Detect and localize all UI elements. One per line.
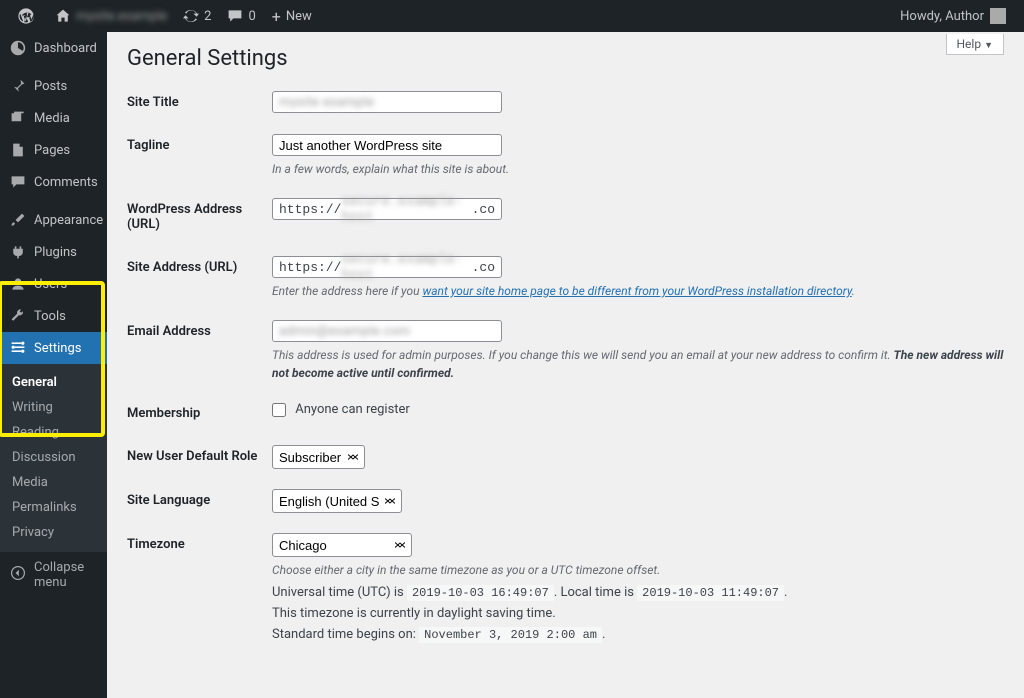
checkbox-anyone-register[interactable] <box>272 403 286 417</box>
code-utc-time: 2019-10-03 16:49:07 <box>407 585 554 601</box>
input-site-title[interactable]: mysite example <box>272 91 502 113</box>
home-icon <box>55 8 71 24</box>
text-dst: This timezone is currently in daylight s… <box>272 606 1004 621</box>
collapse-menu[interactable]: Collapse menu <box>0 551 107 598</box>
collapse-icon <box>10 565 26 585</box>
menu-comments[interactable]: Comments <box>0 166 107 198</box>
checkbox-label-anyone-register[interactable]: Anyone can register <box>272 402 410 417</box>
comment-icon <box>227 8 243 24</box>
submenu-media[interactable]: Media <box>0 470 107 495</box>
site-home[interactable]: mysite.example <box>47 0 175 32</box>
howdy-user: Author <box>945 9 984 24</box>
menu-users[interactable]: Users <box>0 268 107 300</box>
pin-icon <box>10 78 26 94</box>
menu-appearance[interactable]: Appearance <box>0 204 107 236</box>
submenu-reading[interactable]: Reading <box>0 420 107 445</box>
plus-icon: + <box>272 7 281 26</box>
content-area: Help ▼ General Settings Site Title mysit… <box>107 32 1024 698</box>
menu-plugins[interactable]: Plugins <box>0 236 107 268</box>
howdy-prefix: Howdy, <box>900 9 942 24</box>
new-label: New <box>286 9 312 24</box>
input-wp-url[interactable]: https://secure.example-host .co <box>272 198 502 220</box>
site-name: mysite.example <box>76 9 167 24</box>
page-title: General Settings <box>127 32 1004 81</box>
submenu-writing[interactable]: Writing <box>0 395 107 420</box>
text-utc-local: Universal time (UTC) is 2019-10-03 16:49… <box>272 585 1004 600</box>
admin-sidebar: Dashboard Posts Media Pages Comments App… <box>0 32 107 698</box>
code-local-time: 2019-10-03 11:49:07 <box>637 585 784 601</box>
menu-tools[interactable]: Tools <box>0 300 107 332</box>
input-site-url[interactable]: https://secure.example-host .co <box>272 256 502 278</box>
new-content[interactable]: + New <box>264 0 320 32</box>
submenu-general[interactable]: General <box>0 370 107 395</box>
avatar <box>990 8 1006 24</box>
updates[interactable]: 2 <box>175 0 219 32</box>
howdy-account[interactable]: Howdy, Author <box>892 0 1014 32</box>
tools-icon <box>10 308 26 324</box>
desc-email: This address is used for admin purposes.… <box>272 346 1004 382</box>
menu-pages[interactable]: Pages <box>0 134 107 166</box>
chevron-down-icon: ▼ <box>984 41 993 51</box>
select-site-lang[interactable]: English (United States) <box>272 489 402 513</box>
admin-bar: mysite.example 2 0 + New Howdy, Author <box>0 0 1024 32</box>
comments-icon <box>10 174 26 190</box>
menu-media[interactable]: Media <box>0 102 107 134</box>
settings-submenu: General Writing Reading Discussion Media… <box>0 364 107 551</box>
submenu-privacy[interactable]: Privacy <box>0 520 107 545</box>
input-email[interactable]: admin@example.com <box>272 320 502 342</box>
label-membership: Membership <box>127 392 272 435</box>
plugin-icon <box>10 244 26 260</box>
label-wp-url: WordPress Address (URL) <box>127 188 272 246</box>
help-tab[interactable]: Help ▼ <box>946 34 1005 55</box>
comments-count: 0 <box>248 9 255 24</box>
label-default-role: New User Default Role <box>127 435 272 479</box>
users-icon <box>10 276 26 292</box>
wp-logo[interactable] <box>10 0 47 32</box>
label-site-url: Site Address (URL) <box>127 246 272 310</box>
update-icon <box>183 8 199 24</box>
submenu-permalinks[interactable]: Permalinks <box>0 495 107 520</box>
media-icon <box>10 110 26 126</box>
code-std-time: November 3, 2019 2:00 am <box>419 627 602 643</box>
label-timezone: Timezone <box>127 523 272 658</box>
input-tagline[interactable] <box>272 134 502 156</box>
wordpress-icon <box>18 8 34 24</box>
updates-count: 2 <box>204 9 211 24</box>
menu-settings[interactable]: Settings <box>0 332 107 364</box>
menu-posts[interactable]: Posts <box>0 70 107 102</box>
submenu-discussion[interactable]: Discussion <box>0 445 107 470</box>
menu-dashboard[interactable]: Dashboard <box>0 32 107 64</box>
label-site-lang: Site Language <box>127 479 272 523</box>
settings-icon <box>10 340 26 356</box>
page-icon <box>10 142 26 158</box>
desc-site-url: Enter the address here if you want your … <box>272 282 1004 300</box>
dashboard-icon <box>10 40 26 56</box>
comments-bubble[interactable]: 0 <box>219 0 263 32</box>
desc-timezone: Choose either a city in the same timezon… <box>272 561 1004 579</box>
link-site-url-help[interactable]: want your site home page to be different… <box>422 284 851 298</box>
label-tagline: Tagline <box>127 124 272 188</box>
label-email: Email Address <box>127 310 272 392</box>
text-std: Standard time begins on: November 3, 201… <box>272 627 1004 642</box>
label-site-title: Site Title <box>127 81 272 124</box>
desc-tagline: In a few words, explain what this site i… <box>272 160 1004 178</box>
brush-icon <box>10 212 26 228</box>
select-default-role[interactable]: Subscriber <box>272 445 365 469</box>
select-timezone[interactable]: Chicago <box>272 533 412 557</box>
